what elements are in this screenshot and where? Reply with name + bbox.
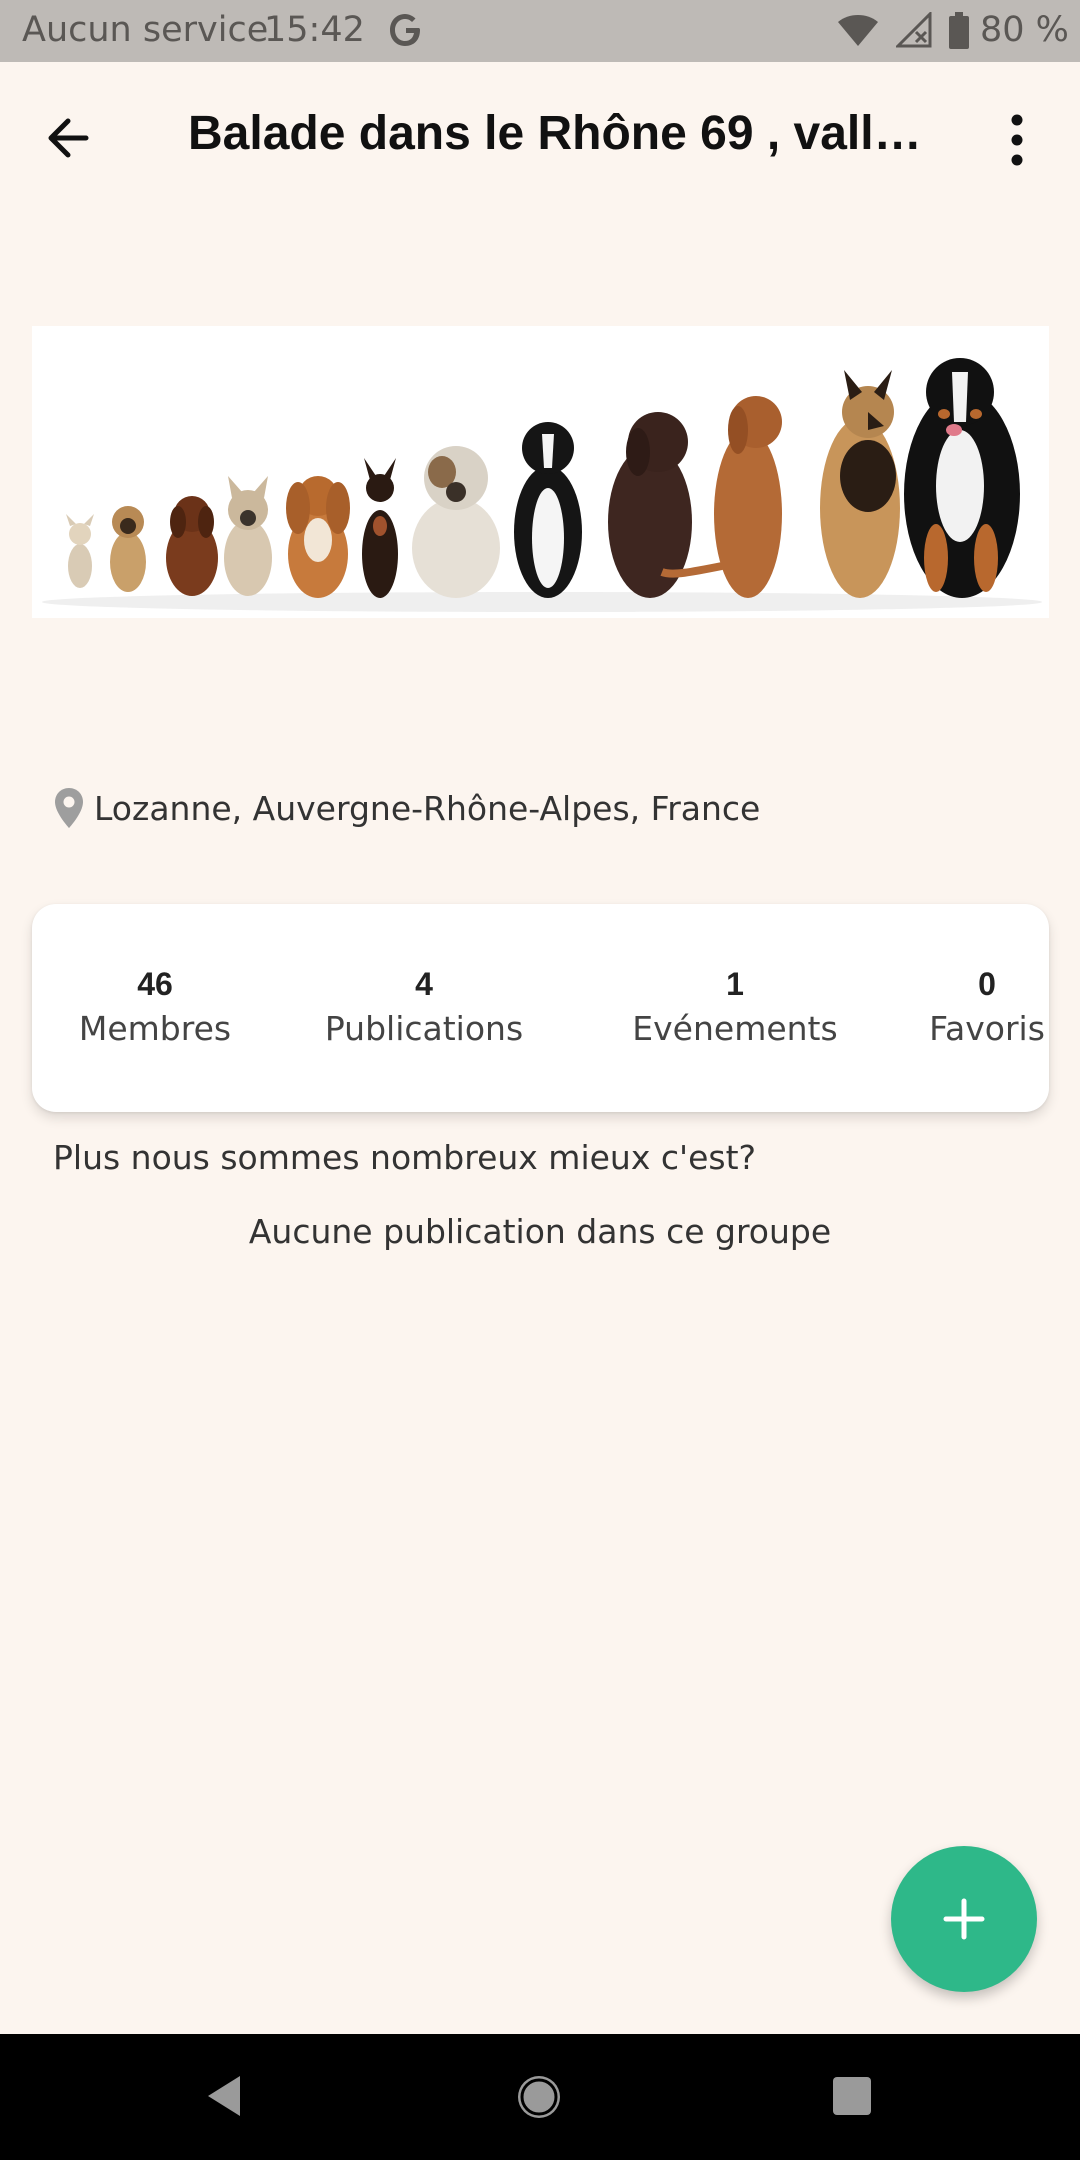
stat-publications[interactable]: 4 Publications	[294, 964, 554, 1052]
nav-back-icon[interactable]	[204, 2072, 244, 2120]
nav-home-icon[interactable]	[514, 2072, 564, 2122]
group-location: Lozanne, Auvergne-Rhône-Alpes, France	[52, 780, 760, 836]
stat-label: Membres	[78, 1008, 232, 1048]
nav-recents-icon[interactable]	[832, 2076, 872, 2116]
stat-label: Evénements	[632, 1008, 838, 1048]
stat-count: 1	[726, 966, 744, 1002]
group-page: Aucun service 15:42 80 % Balade dans le …	[0, 0, 1080, 2160]
app-bar: Balade dans le Rhône 69 , vallée de l'Az…	[0, 62, 1080, 212]
map-pin-icon	[55, 788, 83, 828]
carrier-text: Aucun service	[22, 10, 269, 50]
stat-members[interactable]: 46 Membres	[50, 964, 260, 1052]
more-vertical-icon[interactable]	[1000, 110, 1034, 170]
stat-label: Favoris	[929, 1008, 1045, 1048]
group-description: Plus nous sommes nombreux mieux c'est?	[53, 1138, 757, 1177]
page-title: Balade dans le Rhône 69 , vallée de l'Az…	[188, 107, 928, 160]
system-navigation-bar	[0, 2034, 1080, 2160]
stat-count: 4	[415, 966, 433, 1002]
empty-publications-message: Aucune publication dans ce groupe	[248, 1212, 832, 1251]
stat-count: 46	[137, 966, 173, 1002]
location-text: Lozanne, Auvergne-Rhône-Alpes, France	[94, 788, 761, 828]
battery-icon	[949, 12, 969, 49]
plus-icon	[943, 1898, 985, 1940]
add-publication-button[interactable]	[891, 1846, 1037, 1992]
group-banner-image	[32, 326, 1049, 618]
stat-label: Publications	[324, 1008, 524, 1048]
back-arrow-icon[interactable]	[40, 110, 108, 166]
stat-favorites[interactable]: 0 Favoris	[882, 964, 1080, 1052]
dogs-lineup-illustration	[32, 326, 1049, 618]
stat-events[interactable]: 1 Evénements	[590, 964, 880, 1052]
google-icon	[390, 14, 420, 46]
clock-text: 15:42	[264, 10, 365, 50]
wifi-icon	[838, 15, 878, 46]
stat-count: 0	[978, 966, 996, 1002]
signal-icon	[896, 12, 932, 48]
group-stats-card: 46 Membres 4 Publications 1 Evénements 0…	[32, 904, 1049, 1112]
status-bar: Aucun service 15:42 80 %	[0, 0, 1080, 62]
battery-percentage: 80 %	[980, 10, 1069, 50]
